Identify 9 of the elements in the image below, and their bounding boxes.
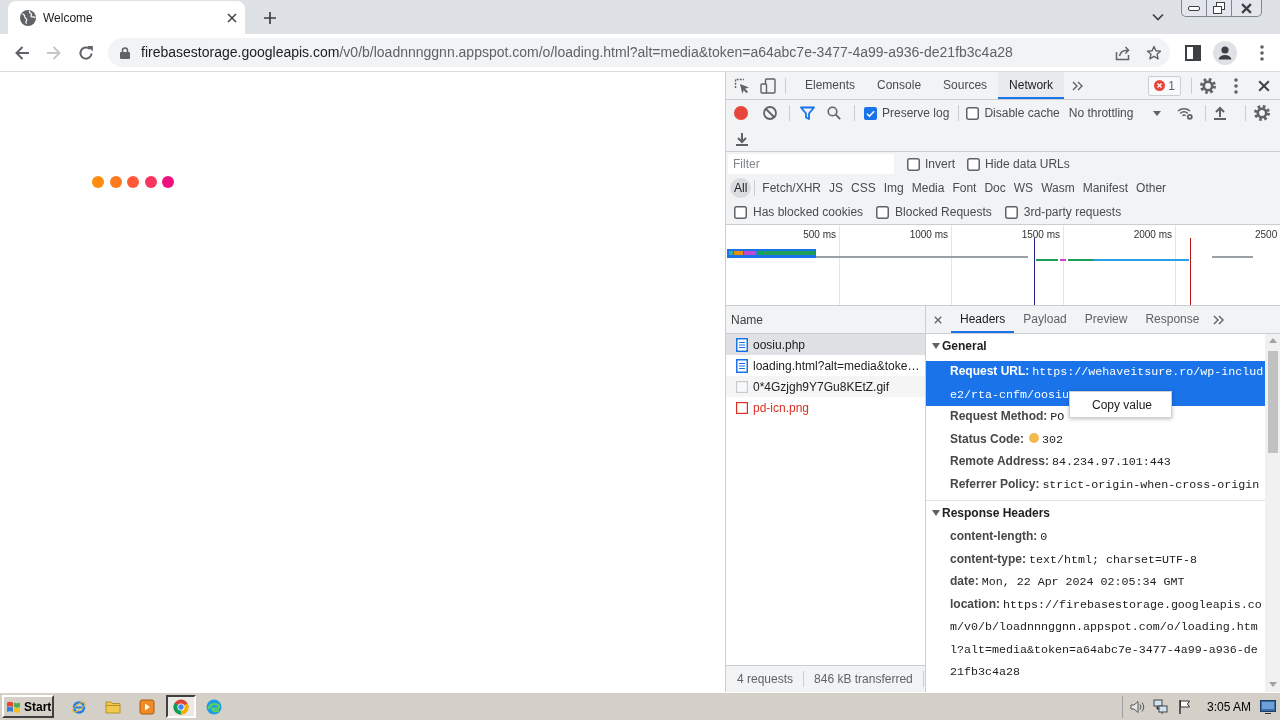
status-text: 4 requests [737,671,794,688]
status-text: 846 kB transferred [814,671,913,688]
tick-label: 1500 ms [1021,229,1060,241]
clock-text: 3:05 AM [1206,698,1251,716]
url-text: firebasestorage.googleapis.com/v0/b/loadnnnggnn.appspot.com/o/loading.html?alt=media&token=a64abc7e-3477-4a99-a936-de21fb3c4a28 [141,43,1013,62]
tick-label: 500 ms [803,229,836,241]
tick-label: 1000 ms [909,229,948,241]
tick-label: 2000 ms [1133,229,1172,241]
tick-label: 2500 [1255,229,1278,241]
